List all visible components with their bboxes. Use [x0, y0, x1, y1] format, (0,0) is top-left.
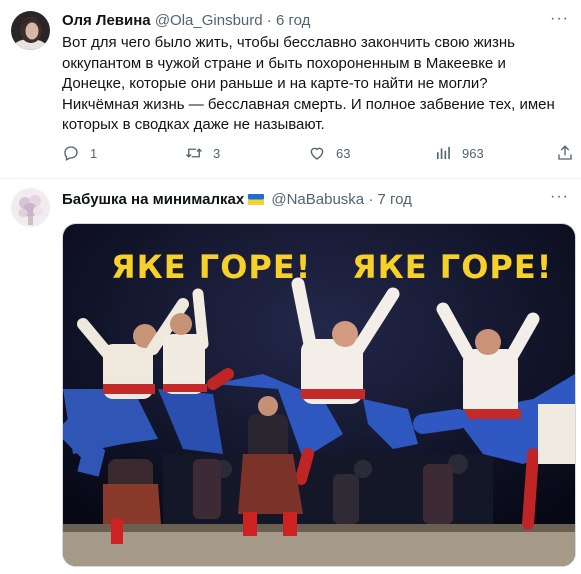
author-handle[interactable]: @NaBabuska — [271, 191, 364, 208]
retweet-count: 3 — [213, 145, 221, 161]
reply-button[interactable]: 1 — [62, 144, 97, 162]
author-handle[interactable]: @Ola_Ginsburd — [155, 12, 263, 29]
views-button[interactable]: 963 — [434, 144, 484, 162]
retweet-button[interactable]: 3 — [185, 144, 220, 162]
tweet-header: Оля Левина @Ola_Ginsburd · 6 год — [62, 12, 310, 30]
tweet-text: Вот для чего было жить, чтобы бесславно … — [62, 34, 555, 133]
share-icon — [558, 145, 572, 160]
heart-icon — [310, 147, 324, 160]
author-name[interactable]: Бабушка на минималках — [62, 191, 244, 208]
share-button[interactable] — [556, 144, 581, 162]
reply-icon — [64, 146, 78, 161]
more-options-icon[interactable]: ··· — [550, 10, 569, 28]
retweet-icon — [186, 148, 202, 158]
tweet[interactable]: Оля Левина @Ola_Ginsburd · 6 год ··· Вот… — [0, 0, 581, 179]
separator-dot: · — [266, 12, 272, 29]
author-name[interactable]: Оля Левина — [62, 12, 151, 29]
tweet-media-image[interactable]: ЯКЕ ГОРЕ! ЯКЕ ГОРЕ! — [62, 223, 576, 567]
image-caption-left: ЯКЕ ГОРЕ! — [111, 248, 312, 286]
avatar[interactable] — [11, 11, 50, 50]
view-count: 963 — [462, 145, 484, 161]
separator-dot: · — [368, 191, 374, 208]
ukraine-flag-icon — [248, 194, 265, 205]
tweet-time[interactable]: 7 год — [377, 191, 411, 208]
like-count: 63 — [336, 145, 351, 161]
tweet-header: Бабушка на минималках @NaBabuska · 7 год — [62, 191, 412, 209]
tweet-time[interactable]: 6 год — [276, 12, 310, 29]
tweet-actions: 1 3 63 963 — [62, 144, 574, 164]
reply-count: 1 — [90, 145, 98, 161]
more-options-icon[interactable]: ··· — [550, 188, 569, 206]
tweet[interactable]: Бабушка на минималках @NaBabuska · 7 год… — [0, 178, 581, 574]
image-caption-right: ЯКЕ ГОРЕ! — [352, 248, 553, 286]
like-button[interactable]: 63 — [308, 144, 350, 162]
views-icon — [437, 147, 450, 159]
avatar[interactable] — [11, 188, 50, 227]
